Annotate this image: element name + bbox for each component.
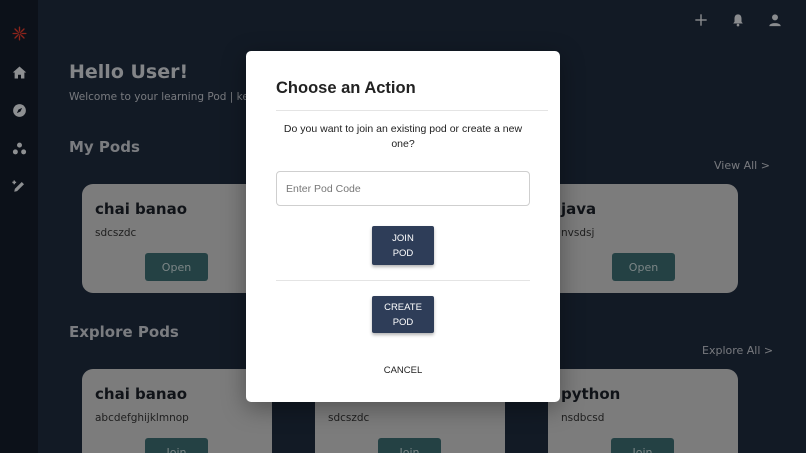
create-pod-label-line1: CREATE [384, 301, 422, 313]
modal-divider [276, 280, 530, 281]
join-pod-label-line1: JOIN [392, 232, 414, 244]
modal-divider [276, 110, 548, 111]
cancel-button[interactable]: CANCEL [373, 361, 433, 379]
action-modal: Choose an Action Do you want to join an … [246, 51, 560, 402]
modal-title: Choose an Action [276, 79, 416, 97]
create-pod-button[interactable]: CREATE POD [372, 296, 434, 333]
modal-question: Do you want to join an existing pod or c… [283, 123, 523, 150]
create-pod-label-line2: POD [392, 316, 414, 328]
pod-code-input[interactable] [276, 171, 530, 206]
join-pod-button[interactable]: JOIN POD [372, 226, 434, 265]
join-pod-label-line2: POD [392, 247, 414, 259]
